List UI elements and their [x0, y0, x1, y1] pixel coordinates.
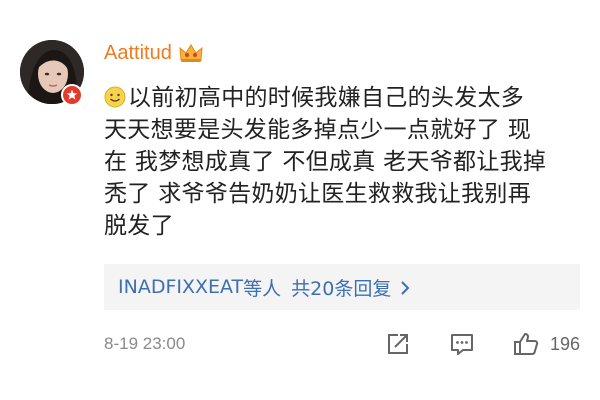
- comment-line: 在 我梦想成真了 不但成真 老天爷都让我掉: [104, 149, 547, 175]
- comment-text: 以前初高中的时候我嫌自己的头发太多 天天想要是头发能多掉点少一点就好了 现 在 …: [104, 82, 584, 242]
- reply-count-link[interactable]: 共20条回复: [291, 274, 391, 301]
- comment-footer: 8-19 23:00 196: [104, 326, 580, 362]
- crown-icon: [178, 42, 204, 64]
- verified-badge-icon: [61, 84, 83, 106]
- reply-users-suffix: 等人: [243, 277, 282, 300]
- comment-line: 秃了 求爷爷告奶奶让医生救救我让我别再: [104, 181, 532, 207]
- replies-preview[interactable]: INADFIXXEAT 等人 共20条回复: [104, 264, 580, 310]
- share-icon[interactable]: [384, 330, 412, 358]
- comment-line: 天天想要是头发能多掉点少一点就好了 现: [104, 117, 532, 143]
- username[interactable]: Aattitud: [104, 40, 172, 66]
- comment-line: 脱发了: [104, 213, 174, 239]
- comment-line: 以前初高中的时候我嫌自己的头发太多: [104, 82, 584, 114]
- timestamp: 8-19 23:00: [104, 334, 186, 353]
- smile-emoji-icon: [104, 85, 126, 108]
- chevron-right-icon: [399, 279, 411, 295]
- comment-card: Aattitud 以前初高中的时候我嫌自己的头发太多 天天想要是头发能多掉点少一…: [0, 0, 600, 400]
- like-icon[interactable]: [512, 330, 540, 358]
- like-count: 196: [549, 333, 580, 354]
- comment-icon[interactable]: [448, 330, 476, 358]
- action-bar: 196: [384, 326, 580, 362]
- reply-users-link[interactable]: INADFIXXEAT: [118, 276, 243, 298]
- username-row: Aattitud: [104, 40, 204, 66]
